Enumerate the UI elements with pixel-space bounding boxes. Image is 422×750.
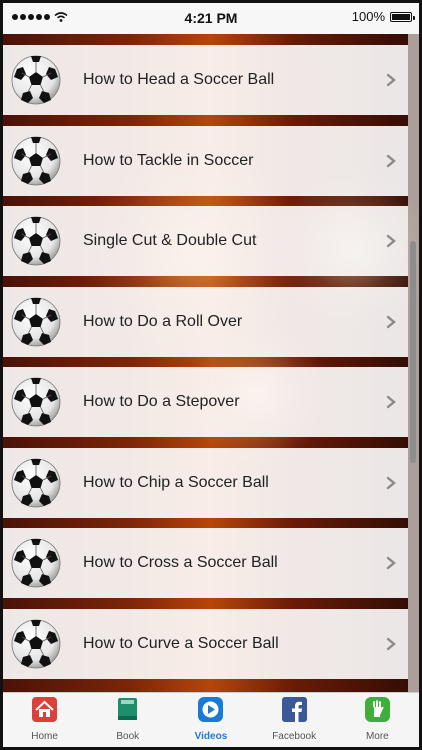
soccer-ball-icon	[11, 377, 61, 427]
list-item-label: How to Curve a Soccer Ball	[83, 634, 279, 652]
scrollbar-thumb[interactable]	[410, 241, 416, 463]
facebook-icon	[281, 697, 307, 722]
list-item-label: How to Chip a Soccer Ball	[83, 473, 269, 491]
tab-facebook[interactable]: Facebook	[253, 693, 336, 747]
screen: 4:21 PM 100% How to Head a Soccer Ball Ho…	[3, 3, 419, 747]
chevron-right-icon	[384, 635, 398, 653]
tab-book[interactable]: Book	[86, 693, 169, 747]
chevron-right-icon	[384, 152, 398, 170]
battery-icon	[390, 11, 415, 22]
list-item[interactable]: How to Do a Roll Over	[3, 286, 408, 357]
chevron-right-icon	[384, 554, 398, 572]
soccer-ball-icon	[11, 297, 61, 347]
scrollbar-track[interactable]	[408, 34, 419, 692]
status-bar: 4:21 PM 100%	[3, 3, 419, 34]
list-item[interactable]: Single Cut & Double Cut	[3, 206, 408, 276]
list-item[interactable]: How to Head a Soccer Ball	[3, 45, 408, 115]
battery-percent: 100%	[351, 9, 385, 24]
tab-label: More	[365, 731, 389, 742]
tab-label: Book	[116, 731, 140, 742]
chevron-right-icon	[384, 393, 398, 411]
tab-label: Home	[31, 731, 58, 742]
book-icon	[118, 698, 138, 720]
list-item[interactable]: How to Curve a Soccer Ball	[3, 608, 408, 679]
chevron-right-icon	[384, 313, 398, 331]
video-list[interactable]: How to Head a Soccer Ball How to Tackle i…	[3, 34, 419, 692]
tab-bar: Home Book Videos Facebook More	[3, 692, 419, 747]
list-item-label: Single Cut & Double Cut	[83, 232, 257, 249]
soccer-ball-icon	[11, 136, 61, 186]
soccer-ball-icon	[11, 538, 61, 588]
chevron-right-icon	[384, 71, 398, 89]
list-item-label: How to Cross a Soccer Ball	[83, 554, 278, 571]
chevron-right-icon	[384, 232, 398, 250]
video-play-icon	[198, 697, 224, 722]
battery-area: 100%	[351, 9, 415, 24]
device-frame: 4:21 PM 100% How to Head a Soccer Ball Ho…	[0, 0, 422, 750]
tab-label: Videos	[194, 731, 228, 742]
chevron-right-icon	[384, 474, 398, 492]
soccer-ball-icon	[11, 458, 61, 508]
tab-videos[interactable]: Videos	[169, 693, 252, 747]
more-hand-icon	[364, 697, 390, 722]
home-icon	[32, 697, 57, 722]
list-item-label: How to Do a Roll Over	[83, 312, 243, 330]
list-item-label: How to Head a Soccer Ball	[83, 71, 275, 88]
list-item[interactable]: How to Do a Stepover	[3, 367, 408, 437]
list-item-label: How to Tackle in Soccer	[83, 151, 254, 169]
list-item[interactable]: How to Chip a Soccer Ball	[3, 447, 408, 518]
soccer-ball-icon	[11, 55, 61, 105]
tab-label: Facebook	[272, 731, 317, 742]
list-item-label: How to Do a Stepover	[83, 393, 240, 410]
tab-home[interactable]: Home	[3, 693, 86, 747]
list-item[interactable]: How to Tackle in Soccer	[3, 125, 408, 196]
list-item[interactable]: How to Cross a Soccer Ball	[3, 528, 408, 598]
tab-more[interactable]: More	[336, 693, 419, 747]
soccer-ball-icon	[11, 216, 61, 266]
soccer-ball-icon	[11, 619, 61, 669]
